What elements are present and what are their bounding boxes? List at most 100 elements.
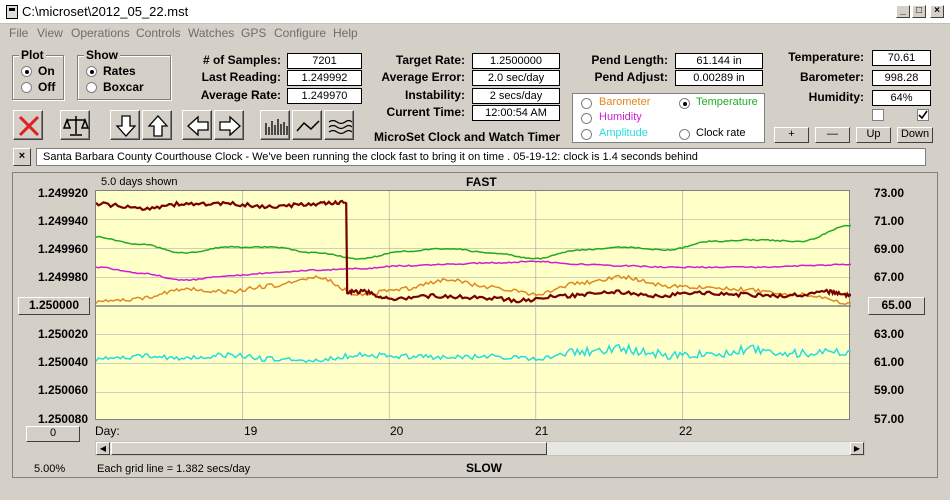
menu-view[interactable]: View: [37, 26, 63, 40]
down-button[interactable]: Down: [897, 127, 933, 143]
current-time-label: Current Time:: [386, 105, 465, 119]
plot-area[interactable]: [95, 190, 851, 421]
y-tick-right: 63.00: [874, 327, 905, 341]
show-boxcar-radio[interactable]: [86, 82, 97, 93]
scroll-left-button[interactable]: ◀: [96, 442, 110, 455]
barometer-field: 998.28: [872, 70, 931, 86]
humidity-label: Humidity:: [808, 90, 864, 104]
menu-controls[interactable]: Controls: [136, 26, 181, 40]
left-checkbox[interactable]: [872, 109, 884, 121]
plot-on-label: On: [38, 64, 55, 78]
pend-length-label: Pend Length:: [591, 53, 668, 67]
pend-adjust-field: 0.00289 in: [675, 70, 763, 86]
show-group: Show Rates Boxcar: [77, 48, 171, 100]
horizontal-scrollbar[interactable]: ◀ ▶: [95, 441, 865, 456]
menu-operations[interactable]: Operations: [71, 26, 130, 40]
scroll-thumb[interactable]: [111, 442, 547, 455]
right-center-button[interactable]: 65.00: [868, 297, 925, 315]
y-tick-left: 1.250040: [37, 355, 88, 369]
x-tick: 19: [244, 424, 258, 438]
wave-icon: [328, 119, 353, 135]
show-boxcar-label: Boxcar: [103, 80, 144, 94]
plot-off-radio[interactable]: [21, 82, 32, 93]
y-tick-right: 67.00: [874, 270, 905, 284]
left-arrow-button[interactable]: [182, 110, 212, 140]
bar-view-button[interactable]: [260, 110, 290, 140]
y-tick-right: 59.00: [874, 383, 905, 397]
y-tick-right: 57.00: [874, 412, 905, 426]
humidity-field: 64%: [872, 90, 931, 106]
days-shown-label: 5.0 days shown: [101, 176, 178, 188]
percent-label: 5.00%: [34, 463, 66, 475]
show-rates-radio[interactable]: [86, 66, 97, 77]
target-rate-field[interactable]: 1.2500000: [472, 53, 560, 69]
series-line-temperature: [96, 224, 851, 260]
minimize-button[interactable]: _: [896, 5, 910, 18]
red-x-icon: [18, 115, 40, 137]
plus-button[interactable]: +: [774, 127, 809, 143]
y-tick-left: 1.249980: [37, 270, 88, 284]
y-tick-right: 71.00: [874, 214, 905, 228]
samples-field: 7201: [287, 53, 362, 69]
left-center-button[interactable]: 1.250000: [18, 297, 90, 315]
instability-label: Instability:: [404, 88, 465, 102]
last-reading-field: 1.249992: [287, 70, 362, 86]
average-error-label: Average Error:: [381, 70, 465, 84]
right-axis-select-box: Barometer Temperature Humidity Amplitude…: [572, 93, 765, 143]
bars-icon: [265, 119, 288, 135]
plot-group-label: Plot: [19, 48, 46, 62]
notes-field[interactable]: Santa Barbara County Courthouse Clock - …: [36, 148, 926, 166]
average-rate-field: 1.249970: [287, 88, 362, 104]
right-checkbox[interactable]: [917, 109, 929, 121]
scroll-right-button[interactable]: ▶: [850, 442, 864, 455]
arrow-left-icon: [187, 115, 209, 137]
humidity-radio[interactable]: [581, 113, 592, 124]
arrow-down-icon: [115, 115, 137, 137]
pend-length-field[interactable]: 61.144 in: [675, 53, 763, 69]
temperature-radio[interactable]: [679, 98, 690, 109]
amplitude-radio[interactable]: [581, 129, 592, 140]
menu-watches[interactable]: Watches: [188, 26, 234, 40]
menu-help[interactable]: Help: [333, 26, 358, 40]
up-button[interactable]: Up: [856, 127, 891, 143]
x-tick: 21: [535, 424, 549, 438]
line-icon: [296, 120, 320, 132]
last-reading-label: Last Reading:: [201, 70, 281, 84]
wave-view-button[interactable]: [324, 110, 354, 140]
y-tick-left: 1.249960: [37, 242, 88, 256]
menu-file[interactable]: File: [9, 26, 28, 40]
down-arrow-button[interactable]: [110, 110, 140, 140]
y-tick-right: 61.00: [874, 355, 905, 369]
clock-rate-radio[interactable]: [679, 129, 690, 140]
line-view-button[interactable]: [292, 110, 322, 140]
balance-button[interactable]: [60, 110, 90, 140]
x-tick: 22: [679, 424, 693, 438]
current-time-field: 12:00:54 AM: [472, 105, 560, 121]
plot-on-radio[interactable]: [21, 66, 32, 77]
zero-button[interactable]: 0: [26, 426, 80, 442]
barometer-radio[interactable]: [581, 98, 592, 109]
close-window-button[interactable]: ×: [930, 5, 944, 18]
y-tick-left: 1.250060: [37, 383, 88, 397]
show-rates-label: Rates: [103, 64, 136, 78]
y-tick-right: 69.00: [874, 242, 905, 256]
temperature-field: 70.61: [872, 50, 931, 66]
menu-gps[interactable]: GPS: [241, 26, 266, 40]
maximize-button[interactable]: □: [912, 5, 926, 18]
up-arrow-button[interactable]: [142, 110, 172, 140]
stop-button[interactable]: [13, 110, 43, 140]
grid-note-label: Each grid line = 1.382 secs/day: [97, 463, 251, 475]
clear-notes-button[interactable]: ×: [13, 148, 31, 166]
menu-configure[interactable]: Configure: [274, 26, 326, 40]
average-error-field: 2.0 sec/day: [472, 70, 560, 86]
app-icon[interactable]: [6, 5, 18, 19]
y-tick-right: 73.00: [874, 186, 905, 200]
app-name: MicroSet Clock and Watch Timer: [374, 130, 561, 144]
y-tick-left: 1.250020: [37, 327, 88, 341]
barometer-label: Barometer:: [799, 70, 864, 84]
minus-button[interactable]: —: [815, 127, 850, 143]
chart-svg: [96, 191, 851, 421]
x-tick: 20: [390, 424, 404, 438]
temperature-label: Temperature:: [788, 50, 864, 64]
right-arrow-button[interactable]: [214, 110, 244, 140]
